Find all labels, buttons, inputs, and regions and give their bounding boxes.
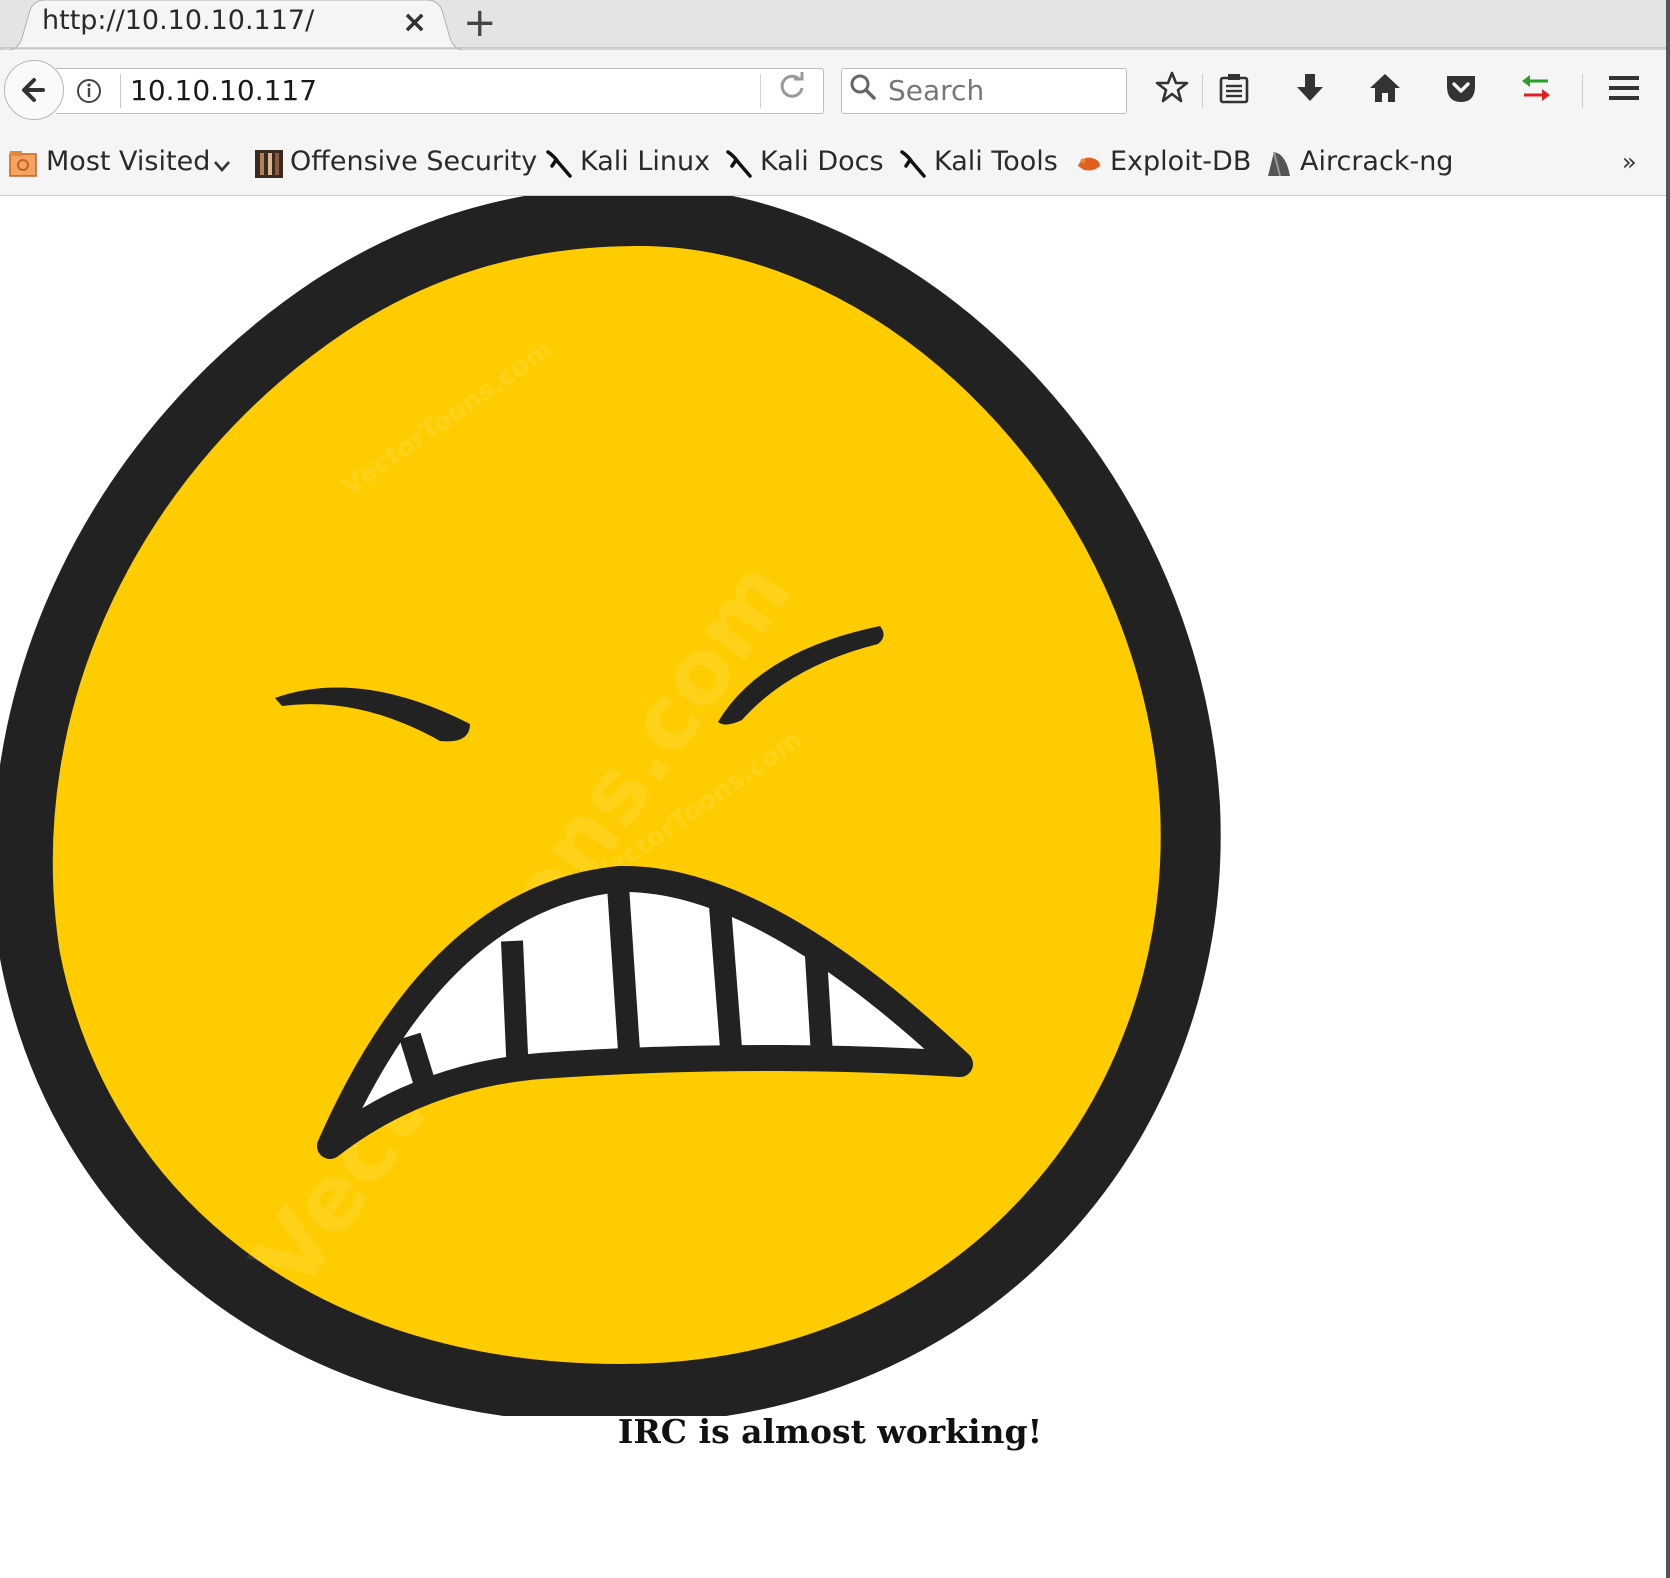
kali-dragon-icon [726, 150, 752, 178]
bookmark-kali-tools[interactable]: Kali Tools [934, 146, 1058, 177]
back-arrow-icon [22, 78, 45, 102]
bookmarks-toolbar: Most Visited Offensive Security Kali Lin… [0, 134, 1670, 196]
tab-close-icon[interactable]: × [402, 5, 427, 41]
angry-smiley-image: VectorToons.com VectorToons.com VectorTo… [0, 196, 1221, 1416]
navigation-bar: 10.10.10.117 Search [0, 50, 1670, 134]
reading-list-icon[interactable] [1216, 70, 1252, 106]
bookmark-most-visited[interactable]: Most Visited [46, 146, 210, 177]
url-separator [120, 74, 121, 108]
kali-dragon-icon [900, 150, 926, 178]
site-info-icon[interactable] [76, 78, 102, 104]
tab-title[interactable]: http://10.10.10.117/ [42, 5, 314, 36]
chevron-down-icon[interactable] [212, 156, 232, 176]
aircrack-ng-icon [1268, 151, 1290, 177]
exploit-db-icon [1078, 157, 1100, 171]
bookmark-offensive-security[interactable]: Offensive Security [290, 146, 537, 177]
reload-icon[interactable] [776, 70, 808, 102]
pocket-icon[interactable] [1443, 70, 1479, 106]
bookmark-aircrack-ng[interactable]: Aircrack-ng [1300, 146, 1453, 177]
menu-icon[interactable] [1606, 70, 1642, 106]
reload-separator [760, 74, 761, 108]
bookmarks-overflow-button[interactable]: » [1622, 148, 1637, 176]
bookmark-kali-docs[interactable]: Kali Docs [760, 146, 884, 177]
toolbar-separator [1582, 74, 1583, 108]
bookmark-star-icon[interactable] [1154, 70, 1190, 106]
download-icon[interactable] [1292, 70, 1328, 106]
offensive-security-icon [255, 150, 283, 178]
bookmark-kali-linux[interactable]: Kali Linux [580, 146, 710, 177]
search-icon [850, 74, 876, 100]
most-visited-folder-icon [9, 151, 37, 177]
search-placeholder: Search [888, 74, 985, 107]
kali-dragon-icon [546, 150, 572, 178]
home-icon[interactable] [1367, 70, 1403, 106]
bookmark-exploit-db[interactable]: Exploit-DB [1110, 146, 1251, 177]
toolbar-separator [1202, 74, 1203, 108]
url-text[interactable]: 10.10.10.117 [130, 74, 317, 107]
tab-strip: http://10.10.10.117/ × + [0, 0, 1670, 50]
back-button[interactable] [4, 60, 64, 120]
window-edge [1666, 0, 1670, 1578]
proxy-switch-icon[interactable] [1518, 70, 1554, 106]
page-caption: IRC is almost working! [617, 1412, 1043, 1451]
new-tab-button[interactable]: + [463, 0, 497, 46]
